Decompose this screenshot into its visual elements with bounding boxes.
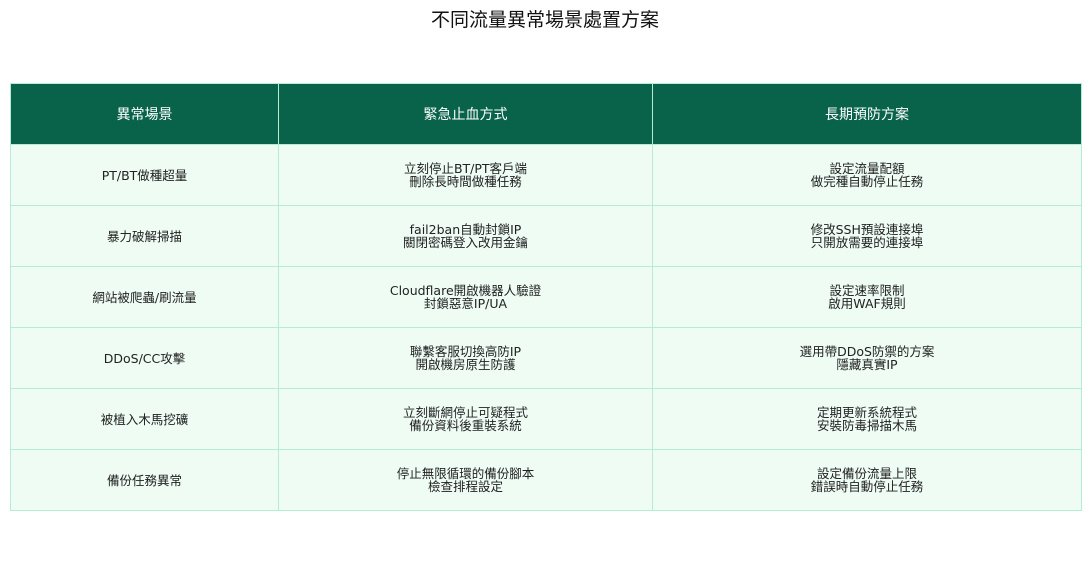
- prevention-line: 安裝防毒掃描木馬: [816, 418, 917, 433]
- emergency-line: 檢查排程設定: [427, 479, 503, 494]
- table-row: 被植入木馬挖礦 立刻斷網停止可疑程式 備份資料後重裝系統 定期更新系統程式 安裝…: [10, 388, 1082, 450]
- page-title: 不同流量異常場景處置方案: [430, 9, 659, 31]
- emergency-cell: fail2ban自動封鎖IP 關閉密碼登入改用金鑰: [278, 205, 653, 267]
- emergency-line: 刪除長時間做種任務: [409, 174, 522, 189]
- scenario-cell: 暴力破解掃描: [10, 205, 279, 267]
- prevention-line: 只開放需要的連接埠: [810, 235, 924, 250]
- prevention-cell: 修改SSH預設連接埠 只開放需要的連接埠: [652, 205, 1082, 267]
- emergency-cell: 立刻斷網停止可疑程式 備份資料後重裝系統: [278, 388, 653, 450]
- emergency-cell: 立刻停止BT/PT客戶端 刪除長時間做種任務: [278, 144, 653, 206]
- header-emergency: 緊急止血方式: [278, 83, 653, 145]
- prevention-line: 隱藏真實IP: [836, 357, 898, 372]
- scenario-cell: 備份任務異常: [10, 449, 279, 511]
- prevention-cell: 設定備份流量上限 錯誤時自動停止任務: [652, 449, 1082, 511]
- table-header-row: 異常場景 緊急止血方式 長期預防方案: [10, 83, 1082, 145]
- scenario-table: 異常場景 緊急止血方式 長期預防方案 PT/BT做種超量 立刻停止BT/PT客戶…: [10, 83, 1082, 511]
- prevention-line: 錯誤時自動停止任務: [810, 479, 924, 494]
- header-scenario: 異常場景: [10, 83, 279, 145]
- emergency-cell: 停止無限循環的備份腳本 檢查排程設定: [278, 449, 653, 511]
- table-row: 暴力破解掃描 fail2ban自動封鎖IP 關閉密碼登入改用金鑰 修改SSH預設…: [10, 205, 1082, 267]
- scenario-cell: DDoS/CC攻擊: [10, 327, 279, 389]
- prevention-cell: 設定速率限制 啟用WAF規則: [652, 266, 1082, 328]
- emergency-line: 關閉密碼登入改用金鑰: [402, 235, 528, 250]
- table-row: 備份任務異常 停止無限循環的備份腳本 檢查排程設定 設定備份流量上限 錯誤時自動…: [10, 449, 1082, 511]
- prevention-cell: 設定流量配額 做完種自動停止任務: [652, 144, 1082, 206]
- emergency-cell: Cloudflare開啟機器人驗證 封鎖惡意IP/UA: [278, 266, 653, 328]
- table-row: DDoS/CC攻擊 聯繫客服切換高防IP 開啟機房原生防護 選用帶DDoS防禦的…: [10, 327, 1082, 389]
- prevention-cell: 選用帶DDoS防禦的方案 隱藏真實IP: [652, 327, 1082, 389]
- scenario-cell: 被植入木馬挖礦: [10, 388, 279, 450]
- prevention-cell: 定期更新系統程式 安裝防毒掃描木馬: [652, 388, 1082, 450]
- header-prevention: 長期預防方案: [652, 83, 1082, 145]
- scenario-cell: 網站被爬蟲/刷流量: [10, 266, 279, 328]
- prevention-line: 做完種自動停止任務: [810, 174, 924, 189]
- table-row: PT/BT做種超量 立刻停止BT/PT客戶端 刪除長時間做種任務 設定流量配額 …: [10, 144, 1082, 206]
- scenario-cell: PT/BT做種超量: [10, 144, 279, 206]
- table-row: 網站被爬蟲/刷流量 Cloudflare開啟機器人驗證 封鎖惡意IP/UA 設定…: [10, 266, 1082, 328]
- emergency-line: 開啟機房原生防護: [415, 357, 516, 372]
- emergency-line: 封鎖惡意IP/UA: [423, 296, 508, 311]
- emergency-cell: 聯繫客服切換高防IP 開啟機房原生防護: [278, 327, 653, 389]
- prevention-line: 啟用WAF規則: [828, 296, 906, 311]
- emergency-line: 備份資料後重裝系統: [409, 418, 522, 433]
